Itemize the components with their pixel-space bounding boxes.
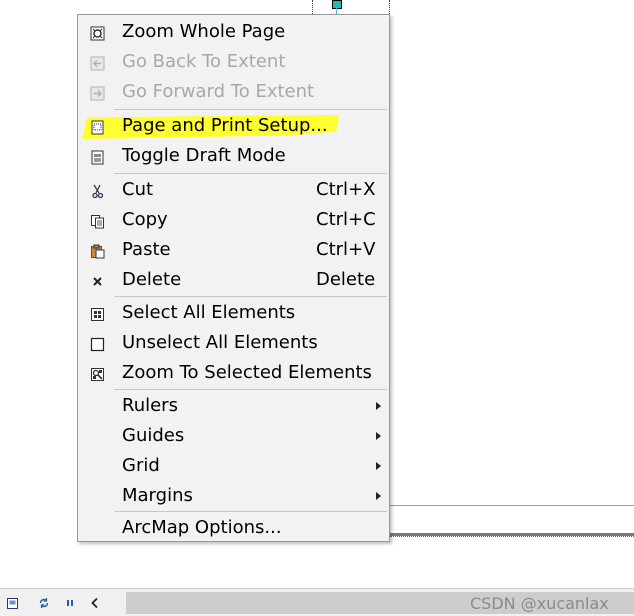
submenu-arrow-icon bbox=[376, 432, 381, 440]
menu-item-margins[interactable]: Margins bbox=[80, 482, 387, 512]
menu-item-copy[interactable]: Copy Ctrl+C bbox=[80, 206, 387, 236]
menu-separator bbox=[114, 389, 387, 390]
select-all-icon bbox=[89, 306, 105, 322]
zoom-selected-icon bbox=[89, 366, 105, 382]
menu-item-go-back-to-extent[interactable]: Go Back To Extent bbox=[80, 48, 387, 78]
zoom-whole-page-icon bbox=[89, 25, 105, 41]
pause-icon[interactable] bbox=[61, 594, 79, 612]
layout-context-menu: Zoom Whole Page Go Back To Extent Go For… bbox=[77, 14, 390, 542]
menu-item-paste[interactable]: Paste Ctrl+V bbox=[80, 236, 387, 266]
layout-view-icon[interactable] bbox=[3, 594, 21, 612]
menu-item-page-and-print-setup[interactable]: Page and Print Setup... bbox=[80, 112, 387, 142]
submenu-arrow-icon bbox=[376, 402, 381, 410]
layout-statusbar: CSDN @xucanlax bbox=[0, 588, 634, 616]
menu-item-delete[interactable]: Delete Delete bbox=[80, 266, 387, 296]
menu-item-guides[interactable]: Guides bbox=[80, 422, 387, 452]
page-boundary-bottom bbox=[390, 536, 634, 537]
menu-item-cut[interactable]: Cut Ctrl+X bbox=[80, 176, 387, 206]
paste-icon bbox=[89, 243, 105, 259]
scissors-icon bbox=[89, 183, 105, 199]
menu-item-toggle-draft-mode[interactable]: Toggle Draft Mode bbox=[80, 142, 387, 172]
menu-separator bbox=[114, 173, 387, 174]
scroll-left-icon[interactable] bbox=[86, 594, 104, 612]
copy-icon bbox=[89, 213, 105, 229]
menu-item-zoom-to-selected-elements[interactable]: Zoom To Selected Elements bbox=[80, 359, 387, 389]
selection-handle[interactable] bbox=[332, 0, 342, 9]
guide-line-horizontal bbox=[390, 505, 634, 506]
menu-item-grid[interactable]: Grid bbox=[80, 452, 387, 482]
horizontal-scrollbar[interactable]: CSDN @xucanlax bbox=[126, 592, 634, 614]
menu-item-arcmap-options[interactable]: ArcMap Options... bbox=[80, 514, 387, 544]
go-back-extent-icon bbox=[89, 55, 105, 71]
menu-separator bbox=[114, 109, 387, 110]
submenu-arrow-icon bbox=[376, 492, 381, 500]
delete-x-icon bbox=[89, 273, 105, 289]
menu-item-go-forward-to-extent[interactable]: Go Forward To Extent bbox=[80, 78, 387, 108]
go-forward-extent-icon bbox=[89, 85, 105, 101]
refresh-icon[interactable] bbox=[35, 594, 53, 612]
menu-item-unselect-all-elements[interactable]: Unselect All Elements bbox=[80, 329, 387, 359]
menu-item-select-all-elements[interactable]: Select All Elements bbox=[80, 299, 387, 329]
draft-mode-icon bbox=[89, 149, 105, 165]
menu-item-zoom-whole-page[interactable]: Zoom Whole Page bbox=[80, 18, 387, 48]
menu-separator bbox=[114, 296, 387, 297]
submenu-arrow-icon bbox=[376, 462, 381, 470]
menu-separator bbox=[114, 511, 387, 512]
page-setup-icon bbox=[89, 119, 105, 135]
unselect-all-icon bbox=[89, 336, 105, 352]
watermark-text: CSDN @xucanlax bbox=[470, 594, 609, 613]
menu-item-rulers[interactable]: Rulers bbox=[80, 392, 387, 422]
